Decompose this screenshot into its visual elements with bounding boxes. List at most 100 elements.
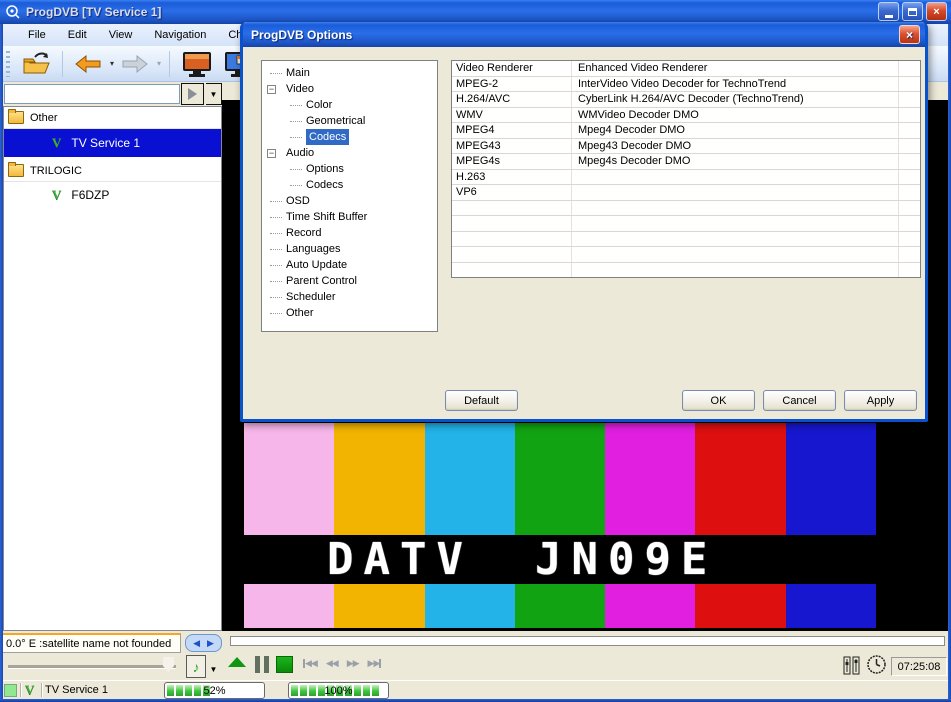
eject-button[interactable] (228, 657, 246, 668)
tree-item-geometrical[interactable]: Geometrical (262, 113, 437, 129)
codec-value (572, 185, 898, 200)
tree-item-osd[interactable]: OSD (262, 193, 437, 209)
fast-forward-button[interactable]: ▶▶ (347, 658, 359, 669)
start-dropdown-button[interactable]: ▼ (206, 83, 222, 105)
rewind-button[interactable]: ◀◀ (326, 658, 338, 669)
menu-item-file[interactable]: File (17, 26, 57, 44)
back-button[interactable] (71, 48, 105, 80)
apply-button[interactable]: Apply (844, 390, 917, 411)
codec-value: CyberLink H.264/AVC Decoder (TechnoTrend… (572, 92, 898, 107)
folder-icon (8, 111, 24, 124)
cancel-button[interactable]: Cancel (763, 390, 836, 411)
default-button[interactable]: Default (445, 390, 518, 411)
title-bar[interactable]: ProgDVB [TV Service 1] × (0, 0, 951, 24)
codec-name: Video Renderer (452, 61, 572, 76)
codec-row-mpeg43[interactable]: MPEG43Mpeg43 Decoder DMO (452, 139, 920, 155)
skip-forward-button[interactable]: ▶▶ (368, 658, 382, 669)
codec-row[interactable] (452, 216, 920, 232)
tree-item-codecs[interactable]: Codecs (262, 177, 437, 193)
forward-button[interactable] (118, 48, 152, 80)
menu-item-edit[interactable]: Edit (57, 26, 98, 44)
codec-row-mpeg4[interactable]: MPEG4Mpeg4 Decoder DMO (452, 123, 920, 139)
skip-back-button[interactable]: ◀◀ (303, 658, 317, 669)
tree-item-languages[interactable]: Languages (262, 241, 437, 257)
options-dialog: ProgDVB Options × Main−VideoColorGeometr… (240, 22, 928, 422)
video-overlay-text-left: DATV (327, 534, 473, 585)
tree-item-options[interactable]: Options (262, 161, 437, 177)
channel-row-f6dzp[interactable]: VF6DZP (4, 182, 221, 208)
tree-item-main[interactable]: Main (262, 65, 437, 81)
menu-item-view[interactable]: View (98, 26, 144, 44)
tree-item-other[interactable]: Other (262, 305, 437, 321)
fullscreen-button[interactable] (178, 48, 216, 80)
forward-dropdown-icon[interactable]: ▾ (157, 59, 161, 68)
folder-row-other[interactable]: Other (4, 107, 221, 129)
maximize-button[interactable] (902, 2, 923, 21)
codec-row-video-renderer[interactable]: Video RendererEnhanced Video Renderer (452, 61, 920, 77)
tree-item-label: Options (306, 161, 344, 177)
start-channel-button[interactable] (181, 83, 204, 105)
codec-row-mpeg4s[interactable]: MPEG4sMpeg4s Decoder DMO (452, 154, 920, 170)
open-folder-button[interactable] (18, 48, 54, 80)
mixer-button[interactable] (843, 655, 861, 676)
tree-item-record[interactable]: Record (262, 225, 437, 241)
minimize-button[interactable] (878, 2, 899, 21)
codec-row-mpeg-2[interactable]: MPEG-2InterVideo Video Decoder for Techn… (452, 77, 920, 93)
tree-connector (290, 105, 302, 106)
tree-item-time-shift-buffer[interactable]: Time Shift Buffer (262, 209, 437, 225)
minimize-icon (885, 15, 893, 18)
video-overlay-band: DATV JN09E (222, 535, 948, 584)
audio-track-dropdown[interactable]: ▼ (207, 661, 220, 678)
channel-nav-arrows[interactable]: ◀ ▶ (185, 634, 222, 652)
tree-item-audio[interactable]: −Audio (262, 145, 437, 161)
codec-row-h-263[interactable]: H.263 (452, 170, 920, 186)
tree-item-codecs[interactable]: Codecs (262, 129, 437, 145)
codec-row-tail (898, 92, 920, 107)
channel-label: Other (30, 112, 58, 124)
audio-track-button[interactable]: ♪ (186, 655, 206, 678)
codec-row-vp6[interactable]: VP6 (452, 185, 920, 201)
color-bar-0 (244, 423, 334, 628)
window-title: ProgDVB [TV Service 1] (26, 5, 161, 19)
clock-button[interactable] (866, 654, 887, 675)
arrow-left-icon[interactable]: ◀ (193, 638, 200, 649)
signal-level-bar: 52% (164, 682, 265, 699)
tree-connector (270, 201, 282, 202)
collapse-icon[interactable]: − (267, 149, 276, 158)
ok-button[interactable]: OK (682, 390, 755, 411)
toolbar-grip[interactable] (6, 51, 10, 77)
stop-button[interactable] (276, 656, 293, 673)
back-dropdown-icon[interactable]: ▾ (110, 59, 114, 68)
codec-row-wmv[interactable]: WMVWMVideo Decoder DMO (452, 108, 920, 124)
close-button[interactable]: × (926, 2, 947, 21)
codec-row[interactable] (452, 247, 920, 263)
dialog-close-button[interactable]: × (899, 25, 920, 44)
signal-level-label: 52% (165, 685, 264, 697)
satellite-status-tab[interactable]: 0.0° E :satellite name not founded (0, 633, 181, 653)
collapse-icon[interactable]: − (267, 85, 276, 94)
arrow-right-icon[interactable]: ▶ (207, 638, 214, 649)
channel-logo-icon: V (25, 682, 34, 698)
channel-row-tv-service-1[interactable]: VTV Service 1 (4, 129, 221, 157)
tree-item-scheduler[interactable]: Scheduler (262, 289, 437, 305)
folder-row-trilogic[interactable]: TRILOGIC (4, 160, 221, 182)
seek-bar[interactable] (230, 636, 945, 646)
tree-item-color[interactable]: Color (262, 97, 437, 113)
color-bar-6 (786, 423, 876, 628)
menu-item-navigation[interactable]: Navigation (143, 26, 217, 44)
channel-search-input[interactable] (4, 84, 180, 104)
codec-row[interactable] (452, 201, 920, 217)
codec-row[interactable] (452, 232, 920, 248)
tree-item-parent-control[interactable]: Parent Control (262, 273, 437, 289)
volume-slider-thumb[interactable] (163, 657, 174, 672)
channel-label: TV Service 1 (71, 136, 140, 150)
dialog-title-bar[interactable]: ProgDVB Options × (243, 22, 925, 47)
tree-item-auto-update[interactable]: Auto Update (262, 257, 437, 273)
codec-row-h-264-avc[interactable]: H.264/AVCCyberLink H.264/AVC Decoder (Te… (452, 92, 920, 108)
tree-item-video[interactable]: −Video (262, 81, 437, 97)
pause-button[interactable] (255, 656, 269, 673)
codec-row[interactable] (452, 263, 920, 279)
back-arrow-icon (74, 54, 102, 74)
volume-slider-track[interactable] (8, 665, 176, 669)
codec-name (452, 263, 572, 278)
